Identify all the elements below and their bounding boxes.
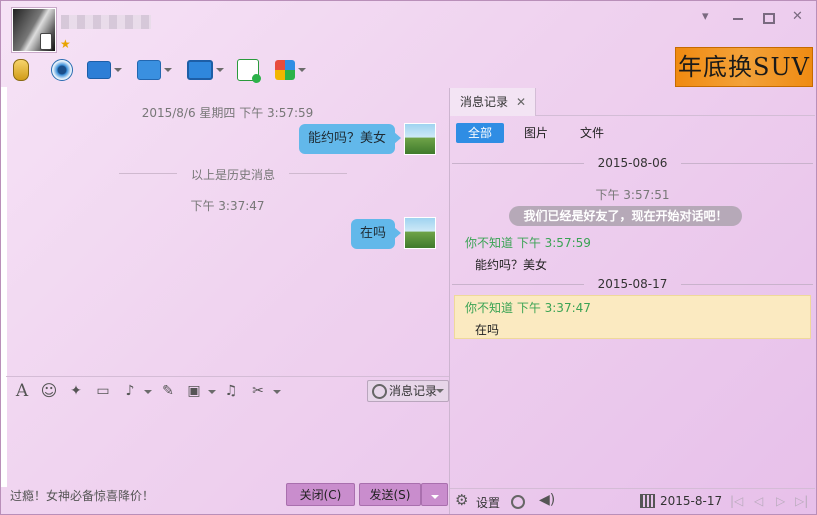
history-date: 2015-08-17 (450, 277, 815, 291)
input-divider (6, 376, 449, 377)
history-sender: 你不知道 下午 3:37:47 (465, 301, 591, 315)
my-avatar[interactable] (404, 123, 436, 155)
chat-window: ★ ▾ ✕ 年底换SUV 2015/8/6 星期四 下午 3:57:59 能约吗… (0, 0, 817, 515)
history-date-picker[interactable]: 2015-8-17 (660, 494, 722, 508)
send-button[interactable]: 发送(S) (359, 483, 421, 506)
input-toolbar: A ☺ ✦ ▭ ♪ ✎ ▣ ♫ ✂ 消息记录 (6, 379, 449, 403)
microphone-icon[interactable] (13, 58, 29, 82)
image-icon[interactable]: ▣ (185, 382, 203, 400)
next-page-icon[interactable]: ▷ (776, 494, 785, 508)
send-file-icon[interactable] (137, 58, 172, 82)
history-date: 2015-08-06 (450, 156, 815, 170)
settings-link[interactable]: 设置 (476, 494, 500, 511)
image-dropdown-icon[interactable] (208, 390, 216, 394)
clock-icon (372, 384, 387, 399)
group-chat-icon[interactable] (237, 58, 261, 83)
prev-page-icon[interactable]: ◁ (754, 494, 763, 508)
tab-message-history[interactable]: 消息记录 ✕ (450, 88, 536, 116)
history-time: 下午 3:57:51 (595, 188, 670, 202)
close-tab-icon[interactable]: ✕ (516, 88, 526, 116)
filter-images[interactable]: 图片 (524, 123, 548, 143)
star-icon: ★ (60, 37, 71, 51)
edit-icon[interactable]: ✎ (159, 382, 177, 400)
voice-dropdown-icon[interactable] (144, 390, 152, 394)
calendar-icon[interactable] (640, 494, 655, 508)
history-sender: 你不知道 下午 3:57:59 (465, 236, 591, 250)
contact-nickname-blurred (61, 15, 151, 29)
mobile-online-icon (40, 33, 52, 50)
tab-underline (536, 115, 815, 116)
promo-link[interactable]: 过瘾！女神必备惊喜降价！ (10, 487, 154, 504)
history-message: 在吗 (475, 323, 500, 337)
window-menu-icon[interactable]: ▾ (702, 10, 709, 24)
search-icon[interactable] (511, 495, 525, 509)
send-options-button[interactable] (421, 483, 448, 506)
sent-message-bubble[interactable]: 能约吗？美女 (299, 124, 402, 154)
scissors-dropdown-icon[interactable] (273, 390, 281, 394)
webcam-icon[interactable] (51, 58, 73, 82)
message-timestamp: 下午 3:37:47 (190, 199, 265, 213)
screenshot-icon[interactable]: ▭ (94, 382, 112, 400)
filter-files[interactable]: 文件 (580, 123, 604, 143)
history-message: 能约吗？美女 (475, 258, 548, 272)
history-footer: ⚙ 设置 ◀) 2015-8-17 |◁ ◁ ▷ ▷| (450, 488, 815, 514)
history-divider: 以上是历史消息 (119, 166, 347, 182)
screen-share-icon[interactable] (87, 58, 122, 82)
close-window-button[interactable]: ✕ (792, 10, 803, 24)
message-timestamp: 2015/8/6 星期四 下午 3:57:59 (141, 106, 314, 120)
apps-icon[interactable] (275, 58, 306, 82)
emoji-icon[interactable]: ☺ (40, 382, 58, 400)
music-icon[interactable]: ♫ (222, 382, 240, 400)
gear-icon[interactable]: ⚙ (455, 491, 468, 509)
system-message: 我们已经是好友了，现在开始对话吧！ (509, 206, 742, 226)
chat-area: 2015/8/6 星期四 下午 3:57:59 能约吗？美女 以上是历史消息 下… (6, 88, 449, 376)
speaker-icon[interactable]: ◀) (539, 492, 555, 508)
shake-icon[interactable]: ✦ (67, 382, 85, 400)
maximize-button[interactable] (763, 13, 775, 24)
history-panel: 消息记录 ✕ 全部 图片 文件 2015-08-06 下午 3:57:51 我们… (450, 88, 815, 488)
minimize-button[interactable] (733, 18, 743, 20)
sent-message-bubble[interactable]: 在吗 (351, 219, 402, 249)
voice-icon[interactable]: ♪ (121, 382, 139, 400)
last-page-icon[interactable]: ▷| (795, 494, 808, 508)
chevron-down-icon (430, 495, 439, 499)
remote-desktop-icon[interactable] (187, 58, 224, 82)
scissors-icon[interactable]: ✂ (249, 382, 267, 400)
filter-all[interactable]: 全部 (456, 123, 504, 143)
ad-banner[interactable]: 年底换SUV (675, 47, 813, 87)
first-page-icon[interactable]: |◁ (730, 494, 743, 508)
close-button[interactable]: 关闭(C) (286, 483, 355, 506)
font-icon[interactable]: A (13, 382, 31, 400)
message-history-button[interactable]: 消息记录 (367, 380, 449, 402)
chevron-down-icon (436, 389, 444, 393)
my-avatar[interactable] (404, 217, 436, 249)
